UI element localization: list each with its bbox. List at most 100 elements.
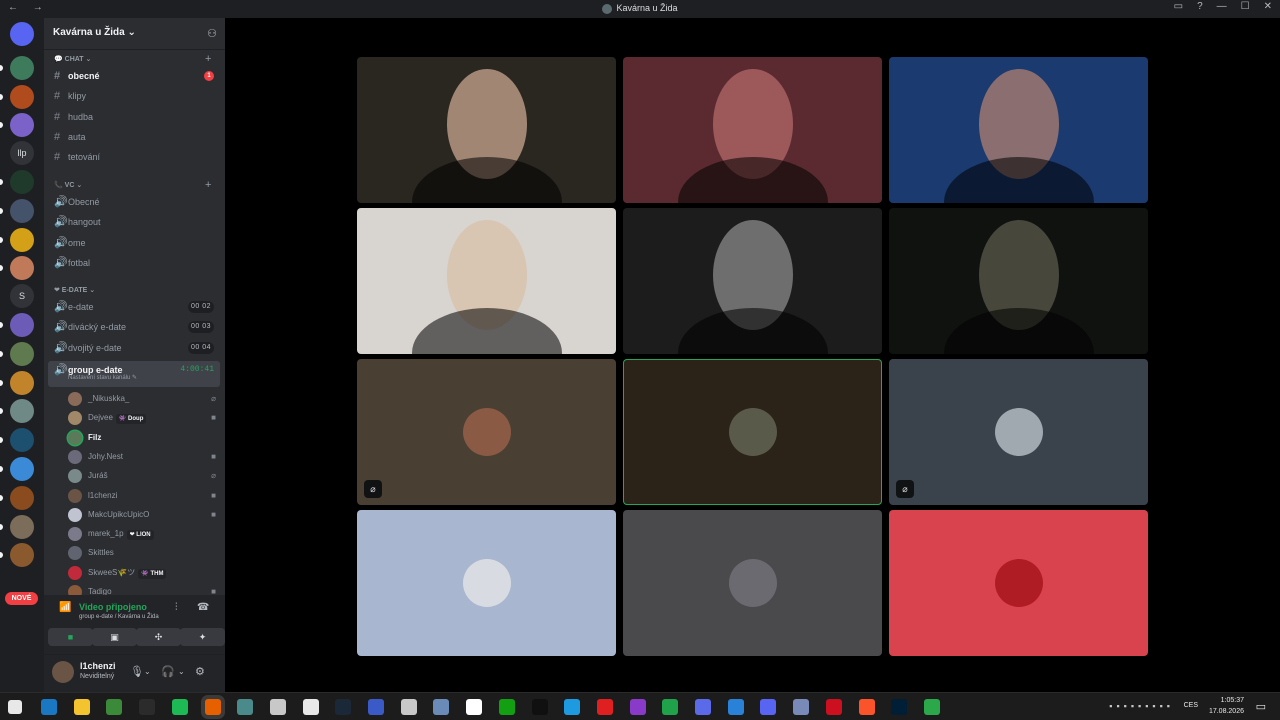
- video-tile[interactable]: [623, 57, 882, 203]
- text-channel[interactable]: # auta: [48, 128, 220, 146]
- inbox-icon[interactable]: ▭: [1174, 1, 1183, 12]
- voice-member[interactable]: Skittles: [68, 543, 220, 562]
- server-icon-5[interactable]: [10, 170, 34, 194]
- voice-member[interactable]: Filz: [68, 428, 220, 447]
- new-badge[interactable]: NOVÉ: [5, 592, 38, 605]
- chevron-down-icon[interactable]: ⌄: [178, 667, 185, 676]
- server-icon-14[interactable]: [10, 428, 34, 452]
- server-header[interactable]: Kavárna u Žida ⌄ ⚇: [44, 18, 225, 50]
- video-tile[interactable]: [357, 57, 616, 203]
- voice-channel[interactable]: 🔊fotbal: [48, 254, 220, 272]
- server-icon-11[interactable]: [10, 342, 34, 366]
- voice-member[interactable]: Johy.Nest ■: [68, 447, 220, 466]
- help-icon[interactable]: ?: [1197, 1, 1203, 12]
- taskbar-app-icon[interactable]: [858, 699, 875, 715]
- taskbar-app-icon[interactable]: [400, 699, 417, 715]
- taskbar-app-icon[interactable]: [335, 699, 352, 715]
- video-tile[interactable]: [889, 208, 1148, 354]
- avatar[interactable]: [52, 661, 74, 683]
- participant-tile[interactable]: ⌀: [357, 359, 616, 505]
- taskbar-app-icon[interactable]: [891, 699, 908, 715]
- server-icon-9[interactable]: S: [10, 284, 34, 308]
- taskbar-app-icon[interactable]: [302, 699, 319, 715]
- taskbar-app-icon[interactable]: [923, 699, 940, 715]
- server-icon-7[interactable]: [10, 228, 34, 252]
- text-channel[interactable]: # tetování: [48, 148, 220, 166]
- gear-icon[interactable]: ⚙: [195, 665, 205, 678]
- taskbar-app-icon[interactable]: [531, 699, 548, 715]
- server-icon-3[interactable]: [10, 113, 34, 137]
- username[interactable]: l1chenzi: [80, 661, 116, 671]
- voice-channel[interactable]: 🔊Obecné: [48, 193, 220, 211]
- server-icon-16[interactable]: [10, 486, 34, 510]
- participant-tile[interactable]: ⌀: [889, 359, 1148, 505]
- server-icon-6[interactable]: [10, 199, 34, 223]
- server-icon-10[interactable]: [10, 313, 34, 337]
- maximize-icon[interactable]: ☐: [1241, 1, 1250, 12]
- channel-status-link[interactable]: Nastavení stavu kanálu ✎: [68, 373, 137, 383]
- server-icon-0[interactable]: [10, 22, 34, 46]
- video-tile[interactable]: [357, 208, 616, 354]
- taskbar-app-icon[interactable]: [564, 699, 581, 715]
- taskbar-app-icon[interactable]: [596, 699, 613, 715]
- minimize-icon[interactable]: —: [1217, 1, 1227, 12]
- server-icon-12[interactable]: [10, 371, 34, 395]
- taskbar-app-icon[interactable]: [825, 699, 842, 715]
- voice-member[interactable]: MakcUpikcUpicO ■: [68, 505, 220, 524]
- taskbar-app-icon[interactable]: [662, 699, 679, 715]
- server-icon-18[interactable]: [10, 543, 34, 567]
- chevron-down-icon[interactable]: ⌄: [144, 667, 151, 676]
- participant-tile[interactable]: [357, 510, 616, 656]
- server-icon-2[interactable]: [10, 85, 34, 109]
- participant-tile[interactable]: [889, 510, 1148, 656]
- video-tile[interactable]: [623, 208, 882, 354]
- voice-status[interactable]: Video připojeno: [79, 602, 147, 612]
- voice-member[interactable]: Juráš ⌀: [68, 466, 220, 485]
- signal-icon[interactable]: 📶: [59, 602, 71, 613]
- voice-channel[interactable]: 🔊hangout: [48, 213, 220, 231]
- voice-member[interactable]: marek_1p ❤ LION: [68, 524, 220, 543]
- microphone-icon[interactable]: 🎙: [130, 665, 144, 678]
- system-tray-icons[interactable]: ▪▪▪▪▪▪▪▪▪: [1109, 701, 1174, 711]
- voice-member[interactable]: SkweeS🌾ツ 👾 THM: [68, 563, 220, 582]
- windows-start-icon[interactable]: [8, 700, 22, 714]
- voice-channel[interactable]: 🔊dvojitý e-date 00 04: [48, 339, 220, 357]
- server-icon-17[interactable]: [10, 515, 34, 539]
- taskbar-app-icon[interactable]: [41, 699, 57, 715]
- taskbar-app-icon[interactable]: [106, 699, 123, 715]
- taskbar-app-icon[interactable]: [466, 699, 483, 715]
- taskbar-app-icon[interactable]: [269, 699, 286, 715]
- participant-tile[interactable]: [623, 510, 882, 656]
- server-icon-15[interactable]: [10, 457, 34, 481]
- disconnect-icon[interactable]: ☎: [197, 602, 209, 613]
- taskbar-app-icon[interactable]: [433, 699, 450, 715]
- screen-share-button[interactable]: ▣: [92, 628, 137, 646]
- server-icon-4[interactable]: llp: [10, 141, 34, 165]
- language-indicator[interactable]: CES: [1184, 702, 1198, 709]
- headphones-icon[interactable]: 🎧: [161, 665, 175, 678]
- taskbar-app-icon[interactable]: [73, 699, 90, 715]
- taskbar-app-icon[interactable]: [204, 699, 221, 715]
- video-tile[interactable]: [889, 57, 1148, 203]
- text-channel[interactable]: # klipy: [48, 87, 220, 105]
- server-icon-13[interactable]: [10, 399, 34, 423]
- add-channel-icon[interactable]: +: [205, 53, 211, 65]
- category-chat[interactable]: 💬 CHAT ⌄ +: [54, 53, 211, 65]
- taskbar-app-icon[interactable]: [498, 699, 515, 715]
- voice-channel[interactable]: 🔊e-date 00 02: [48, 298, 220, 316]
- taskbar-app-icon[interactable]: [139, 699, 156, 715]
- camera-button[interactable]: ■: [48, 628, 93, 646]
- text-channel[interactable]: # obecné 1: [48, 67, 220, 85]
- taskbar-app-icon[interactable]: [760, 699, 777, 715]
- voice-member[interactable]: l1chenzi ■: [68, 486, 220, 505]
- close-icon[interactable]: ✕: [1264, 1, 1272, 12]
- clock[interactable]: 1:05:37 17.08.2026: [1209, 695, 1244, 717]
- noise-suppression-icon[interactable]: ⫶: [175, 602, 178, 613]
- server-icon-1[interactable]: [10, 56, 34, 80]
- add-member-icon[interactable]: ⚇: [207, 27, 217, 40]
- activities-button[interactable]: ✣: [136, 628, 181, 646]
- active-voice-channel[interactable]: 🔊group e-date 4:00:41 Nastavení stavu ka…: [48, 361, 220, 387]
- notification-icon[interactable]: ▭: [1256, 700, 1266, 713]
- voice-member[interactable]: Dejvee 👾 Doup ■: [68, 408, 220, 427]
- taskbar-app-icon[interactable]: [793, 699, 810, 715]
